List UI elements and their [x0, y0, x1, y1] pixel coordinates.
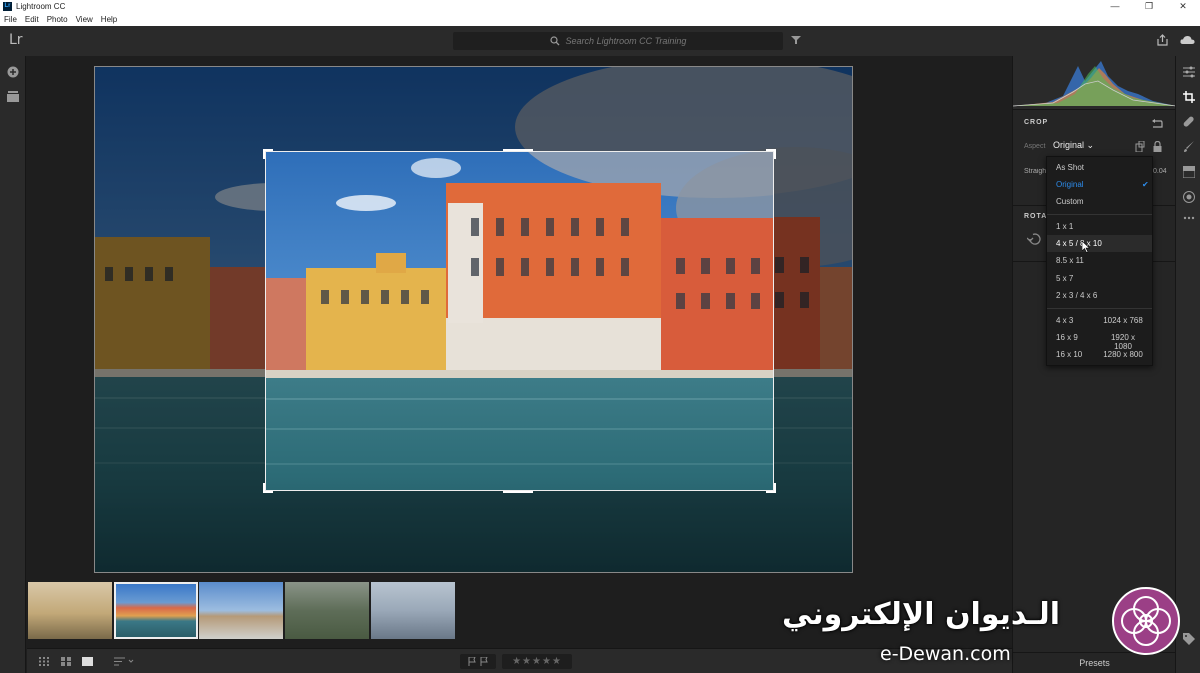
window-controls: — ❐ ✕ [1098, 0, 1200, 13]
orientation-icon[interactable] [1135, 141, 1145, 152]
mouse-cursor-icon [1082, 241, 1090, 253]
crop-preview [266, 152, 773, 490]
sort-icon[interactable] [114, 657, 134, 666]
menu-file[interactable]: File [4, 15, 17, 24]
window-title: Lightroom CC [16, 2, 66, 11]
flag-pick-icon[interactable] [468, 657, 476, 666]
histogram [1012, 56, 1177, 110]
checkmark-icon: ✔ [1142, 180, 1149, 189]
thumbnail[interactable] [285, 582, 369, 639]
presets-button[interactable]: Presets [1013, 652, 1176, 673]
venice-crop-photo [266, 152, 773, 490]
aspect-option[interactable]: As Shot [1047, 159, 1152, 176]
tag-icon[interactable] [1183, 633, 1195, 645]
left-toolbar [0, 56, 26, 673]
aspect-dropdown-menu: As Shot Original ✔ Custom 1 x 1 4 x 5 / … [1046, 156, 1153, 366]
radial-gradient-icon[interactable] [1183, 191, 1195, 203]
more-options-icon[interactable] [1183, 216, 1195, 220]
thumbnail[interactable] [371, 582, 455, 639]
close-button[interactable]: ✕ [1166, 0, 1200, 13]
star-rating[interactable]: ★★★★★ [502, 654, 572, 669]
aspect-resolution: 1024 x 768 [1103, 316, 1143, 325]
detail-view-icon[interactable] [82, 657, 93, 666]
filter-icon[interactable] [791, 35, 801, 45]
brush-icon[interactable] [1183, 141, 1195, 153]
aspect-option[interactable]: Custom [1047, 193, 1152, 210]
edit-photo[interactable] [94, 66, 853, 573]
rotate-left-icon[interactable] [1027, 233, 1041, 245]
grid-small-icon[interactable] [39, 657, 49, 666]
linear-gradient-icon[interactable] [1183, 166, 1195, 178]
healing-brush-icon[interactable] [1183, 116, 1195, 128]
crop-handle-top-right[interactable] [766, 149, 776, 159]
aspect-option[interactable]: 2 x 3 / 4 x 6 [1047, 287, 1152, 304]
menu-photo[interactable]: Photo [47, 15, 68, 24]
menu-help[interactable]: Help [101, 15, 117, 24]
search-input[interactable]: Search Lightroom CC Training [453, 32, 783, 50]
menu-edit[interactable]: Edit [25, 15, 39, 24]
crop-frame[interactable] [265, 151, 774, 491]
reset-crop-icon[interactable] [1151, 119, 1163, 129]
crop-handle-top-left[interactable] [263, 149, 273, 159]
crop-handle-bottom-left[interactable] [263, 483, 273, 493]
add-photos-icon[interactable] [7, 66, 19, 78]
thumbnail[interactable] [28, 582, 112, 639]
aspect-option[interactable]: Original [1047, 176, 1152, 193]
menu-bar: File Edit Photo View Help [0, 13, 1200, 26]
grid-large-icon[interactable] [61, 657, 71, 666]
straighten-label: Straighten [1024, 168, 1048, 175]
aspect-value: Original [1053, 140, 1085, 150]
lightroom-app-icon: Lr [3, 2, 12, 11]
aspect-option[interactable]: 1 x 1 [1047, 218, 1152, 235]
tool-strip [1175, 56, 1200, 673]
crop-handle-bottom[interactable] [503, 491, 533, 493]
crop-title: CROP [1024, 119, 1049, 126]
bottom-toolbar: ★★★★★ [27, 648, 1012, 673]
aspect-resolution: 1280 x 800 [1103, 350, 1143, 359]
menu-divider [1047, 308, 1152, 309]
aspect-label: Aspect [1024, 143, 1046, 150]
thumbnail-selected[interactable] [114, 582, 198, 639]
aspect-dropdown[interactable]: Original ⌄ [1053, 140, 1094, 151]
share-icon[interactable] [1157, 34, 1168, 46]
lr-logo: Lr [9, 32, 23, 48]
histogram-graph [1012, 61, 1177, 107]
search-icon [549, 36, 560, 46]
aspect-option[interactable]: 5 x 7 [1047, 270, 1152, 287]
crop-handle-top[interactable] [503, 149, 533, 151]
cloud-icon[interactable] [1180, 35, 1195, 45]
flag-reject-icon[interactable] [480, 657, 488, 666]
library-icon[interactable] [7, 91, 19, 102]
window-titlebar: Lr Lightroom CC — ❐ ✕ [0, 0, 1200, 13]
crop-tool-icon[interactable] [1183, 91, 1195, 103]
straighten-value[interactable]: 0.04 [1153, 168, 1167, 175]
flag-controls [460, 654, 496, 669]
minimize-button[interactable]: — [1098, 0, 1132, 13]
menu-view[interactable]: View [76, 15, 93, 24]
menu-divider [1047, 214, 1152, 215]
lock-icon[interactable] [1153, 141, 1162, 152]
top-toolbar: Lr Search Lightroom CC Training [0, 26, 1200, 56]
aspect-option[interactable]: 8.5 x 11 [1047, 252, 1152, 269]
filmstrip [27, 578, 1012, 648]
search-placeholder: Search Lightroom CC Training [565, 36, 687, 46]
maximize-button[interactable]: ❐ [1132, 0, 1166, 13]
chevron-down-icon: ⌄ [1086, 140, 1095, 150]
thumbnail[interactable] [199, 582, 283, 639]
crop-handle-bottom-right[interactable] [766, 483, 776, 493]
aspect-option[interactable]: 4 x 5 / 8 x 10 [1047, 235, 1152, 252]
edit-sliders-icon[interactable] [1183, 66, 1195, 78]
